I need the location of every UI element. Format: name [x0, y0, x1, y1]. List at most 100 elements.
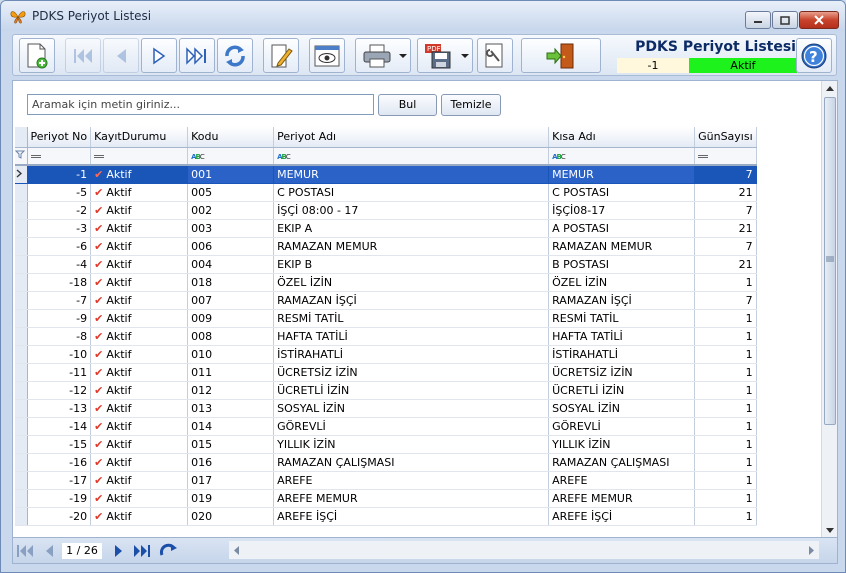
table-row[interactable]: -7 ✔ Aktif 007 RAMAZAN İŞÇİ RAMAZAN İŞÇİ 7: [15, 291, 757, 310]
table-row[interactable]: -20 ✔ Aktif 020 AREFE İŞÇİ AREFE İŞÇİ 1: [15, 507, 757, 526]
cell-periyot-adi[interactable]: SOSYAL İZİN: [273, 399, 550, 418]
cell-kayit-durumu[interactable]: ✔ Aktif: [90, 363, 189, 382]
table-row[interactable]: -17 ✔ Aktif 017 AREFE AREFE 1: [15, 471, 757, 490]
cell-gun-sayisi[interactable]: 1: [694, 345, 757, 364]
cell-kayit-durumu[interactable]: ✔ Aktif: [90, 237, 189, 256]
clear-button[interactable]: Temizle: [441, 94, 501, 116]
cell-periyot-no[interactable]: -2: [27, 201, 92, 220]
row-indicator[interactable]: [15, 165, 28, 184]
edit-button[interactable]: [263, 38, 299, 73]
cell-kisa-adi[interactable]: AREFE: [548, 471, 696, 490]
cell-periyot-adi[interactable]: YILLIK İZİN: [273, 435, 550, 454]
cell-kisa-adi[interactable]: RAMAZAN MEMUR: [548, 237, 696, 256]
row-indicator[interactable]: [15, 345, 28, 364]
table-row[interactable]: -8 ✔ Aktif 008 HAFTA TATİLİ HAFTA TATİLİ 1: [15, 327, 757, 346]
filter-periyot-no[interactable]: [27, 147, 92, 166]
cell-kisa-adi[interactable]: SOSYAL İZİN: [548, 399, 696, 418]
cell-kodu[interactable]: 001: [187, 165, 275, 184]
first-record-button[interactable]: [65, 38, 101, 73]
nav-next-icon[interactable]: [114, 545, 124, 557]
row-indicator[interactable]: [15, 399, 28, 418]
cell-gun-sayisi[interactable]: 1: [694, 489, 757, 508]
cell-gun-sayisi[interactable]: 1: [694, 453, 757, 472]
cell-periyot-no[interactable]: -18: [27, 273, 92, 292]
cell-kodu[interactable]: 010: [187, 345, 275, 364]
cell-kisa-adi[interactable]: A POSTASI: [548, 219, 696, 238]
row-indicator[interactable]: [15, 363, 28, 382]
cell-periyot-no[interactable]: -16: [27, 453, 92, 472]
cell-kisa-adi[interactable]: B POSTASI: [548, 255, 696, 274]
table-row[interactable]: -4 ✔ Aktif 004 EKIP BB POSTASI 21: [15, 255, 757, 274]
cell-periyot-adi[interactable]: İSTİRAHATLİ: [273, 345, 550, 364]
col-header-periyot-adi[interactable]: Periyot Adı: [273, 127, 550, 148]
table-row[interactable]: -14 ✔ Aktif 014 GÖREVLİ GÖREVLİ 1: [15, 417, 757, 436]
cell-kodu[interactable]: 009: [187, 309, 275, 328]
cell-kisa-adi[interactable]: AREFE MEMUR: [548, 489, 696, 508]
cell-gun-sayisi[interactable]: 1: [694, 381, 757, 400]
cell-kayit-durumu[interactable]: ✔ Aktif: [90, 453, 189, 472]
cell-kisa-adi[interactable]: RAMAZAN İŞÇİ: [548, 291, 696, 310]
row-indicator[interactable]: [15, 183, 28, 202]
cell-periyot-no[interactable]: -20: [27, 507, 92, 526]
filter-gun-sayisi[interactable]: [694, 147, 757, 166]
cell-kisa-adi[interactable]: GÖREVLİ: [548, 417, 696, 436]
cell-gun-sayisi[interactable]: 1: [694, 399, 757, 418]
row-indicator[interactable]: [15, 219, 28, 238]
row-indicator[interactable]: [15, 291, 28, 310]
cell-kisa-adi[interactable]: ÜCRETSİZ İZİN: [548, 363, 696, 382]
cell-kodu[interactable]: 003: [187, 219, 275, 238]
cell-periyot-adi[interactable]: EKIP B: [273, 255, 550, 274]
cell-gun-sayisi[interactable]: 7: [694, 291, 757, 310]
cell-gun-sayisi[interactable]: 21: [694, 183, 757, 202]
col-header-kisa-adi[interactable]: Kısa Adı: [548, 127, 696, 148]
cell-kodu[interactable]: 005: [187, 183, 275, 202]
cell-kisa-adi[interactable]: RAMAZAN ÇALIŞMASI: [548, 453, 696, 472]
cell-periyot-no[interactable]: -14: [27, 417, 92, 436]
col-header-kodu[interactable]: Kodu: [187, 127, 275, 148]
row-indicator[interactable]: [15, 435, 28, 454]
find-button[interactable]: Bul: [378, 94, 437, 116]
cell-periyot-adi[interactable]: RAMAZAN ÇALIŞMASI: [273, 453, 550, 472]
nav-refresh-icon[interactable]: [159, 543, 179, 559]
cell-periyot-adi[interactable]: EKIP A: [273, 219, 550, 238]
table-row[interactable]: -10 ✔ Aktif 010 İSTİRAHATLİ İSTİRAHATLİ 1: [15, 345, 757, 364]
last-record-button[interactable]: [179, 38, 215, 73]
cell-gun-sayisi[interactable]: 1: [694, 471, 757, 490]
cell-kodu[interactable]: 013: [187, 399, 275, 418]
cell-kodu[interactable]: 006: [187, 237, 275, 256]
cell-kisa-adi[interactable]: YILLIK İZİN: [548, 435, 696, 454]
cell-periyot-adi[interactable]: HAFTA TATİLİ: [273, 327, 550, 346]
cell-periyot-adi[interactable]: ÖZEL İZİN: [273, 273, 550, 292]
col-header-gun-sayisi[interactable]: GünSayısı: [694, 127, 757, 148]
exit-button[interactable]: [521, 38, 601, 73]
cell-kodu[interactable]: 018: [187, 273, 275, 292]
row-indicator[interactable]: [15, 255, 28, 274]
cell-kayit-durumu[interactable]: ✔ Aktif: [90, 417, 189, 436]
filter-kayit-durumu[interactable]: [90, 147, 189, 166]
cell-kodu[interactable]: 016: [187, 453, 275, 472]
cell-kayit-durumu[interactable]: ✔ Aktif: [90, 165, 189, 184]
cell-kisa-adi[interactable]: MEMUR: [548, 165, 696, 184]
cell-periyot-no[interactable]: -10: [27, 345, 92, 364]
filter-periyot-adi[interactable]: ABC: [273, 147, 550, 166]
cell-kisa-adi[interactable]: ÜCRETLİ İZİN: [548, 381, 696, 400]
cell-gun-sayisi[interactable]: 7: [694, 201, 757, 220]
export-button[interactable]: PDF: [417, 38, 473, 73]
maximize-button[interactable]: [772, 11, 798, 29]
cell-periyot-no[interactable]: -4: [27, 255, 92, 274]
cell-kayit-durumu[interactable]: ✔ Aktif: [90, 399, 189, 418]
row-indicator[interactable]: [15, 471, 28, 490]
cell-kodu[interactable]: 020: [187, 507, 275, 526]
table-row[interactable]: -11 ✔ Aktif 011 ÜCRETSİZ İZİN ÜCRETSİZ İZİN 1: [15, 363, 757, 382]
cell-periyot-adi[interactable]: RAMAZAN MEMUR: [273, 237, 550, 256]
row-indicator[interactable]: [15, 201, 28, 220]
cell-kodu[interactable]: 017: [187, 471, 275, 490]
cell-kayit-durumu[interactable]: ✔ Aktif: [90, 327, 189, 346]
cell-kayit-durumu[interactable]: ✔ Aktif: [90, 309, 189, 328]
cell-gun-sayisi[interactable]: 7: [694, 165, 757, 184]
cell-kodu[interactable]: 011: [187, 363, 275, 382]
table-row[interactable]: -3 ✔ Aktif 003 EKIP AA POSTASI 21: [15, 219, 757, 238]
row-indicator[interactable]: [15, 237, 28, 256]
cell-gun-sayisi[interactable]: 1: [694, 327, 757, 346]
cell-periyot-no[interactable]: -5: [27, 183, 92, 202]
